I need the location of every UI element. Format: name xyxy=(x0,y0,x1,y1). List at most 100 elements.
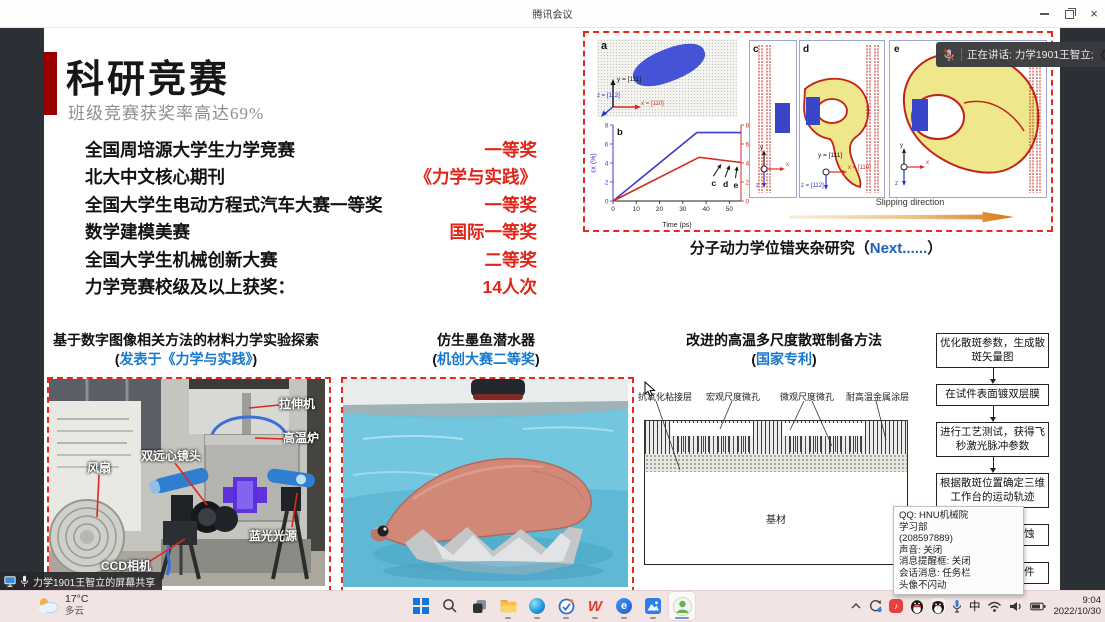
svg-text:z = [112]: z = [112] xyxy=(597,93,620,99)
restore-button[interactable] xyxy=(1063,8,1075,20)
svg-text:20: 20 xyxy=(656,206,664,213)
figure-panel-d: d y = [111] z = [112] x = [110] xyxy=(799,40,885,198)
wifi-icon[interactable] xyxy=(987,601,1002,612)
photo-label-lens: 双远心镜头 xyxy=(141,447,201,464)
award-row: 全国周培源大学生力学竞赛一等奖 xyxy=(85,137,537,164)
flow-arrow-down xyxy=(936,368,1049,384)
award-row: 力学竞赛校级及以上获奖：14人次 xyxy=(85,274,537,301)
caption-close: ） xyxy=(927,240,942,257)
flow-step: 优化散斑参数，生成散斑矢量图 xyxy=(936,333,1049,368)
music-app-icon[interactable]: ♪ xyxy=(889,599,903,613)
experiment-photo: 拉伸机 高温炉 双远心镜头 风扇 蓝光光源 CCD相机 xyxy=(47,377,331,592)
cuttlefish-photo xyxy=(341,377,634,593)
award-result: 一等奖 xyxy=(485,137,538,162)
restore-icon xyxy=(1065,10,1074,19)
windows-logo-icon xyxy=(413,598,428,613)
screen: 腾讯会议 × 科研竞赛 班级竞赛获奖率高达69% 全国周培源大学生力学竞赛一等奖… xyxy=(0,0,1105,622)
todo-app-button[interactable] xyxy=(553,592,579,620)
paren: ) xyxy=(812,351,817,367)
award-result: 《力学与实践》 xyxy=(415,164,538,189)
panel-c-graphic: c y x z xyxy=(750,41,796,197)
slipping-direction-arrow xyxy=(789,211,1014,223)
task-view-button[interactable] xyxy=(466,592,492,620)
meeting-avatar-icon xyxy=(673,597,692,616)
now-speaking-overlay[interactable]: 正在讲话: 力学1901王智立; ❮❮ ↰ xyxy=(936,42,1105,67)
window-title: 腾讯会议 xyxy=(0,6,1105,21)
award-row: 北大中文核心期刊《力学与实践》 xyxy=(85,164,537,191)
speckle-diagram: 抗氧化粘接层 宏观尺度微孔 微观尺度微孔 耐高温金属涂层 基材 xyxy=(634,382,930,588)
battery-icon[interactable] xyxy=(1030,602,1046,611)
svg-text:z: z xyxy=(895,181,898,187)
svg-text:y = [111]: y = [111] xyxy=(818,152,842,159)
award-name: 全国大学生电动方程式汽车大赛一等奖 xyxy=(85,192,383,217)
microphone-icon xyxy=(20,575,29,587)
tray-microphone-icon[interactable] xyxy=(952,599,962,613)
svg-text:6: 6 xyxy=(605,141,609,148)
svg-text:x = [110]: x = [110] xyxy=(848,165,871,171)
qq-status-tooltip: QQ: HNU机械院 学习部 (208597889) 声音: 关闭 消息提醒框:… xyxy=(893,506,1024,595)
e-app-button[interactable]: e xyxy=(611,592,637,620)
search-button[interactable] xyxy=(437,592,463,620)
running-indicator xyxy=(650,617,656,620)
svg-text:d: d xyxy=(803,44,809,55)
start-button[interactable] xyxy=(408,592,434,620)
svg-text:y: y xyxy=(760,145,763,151)
edge-button[interactable] xyxy=(524,592,550,620)
left-letterbox xyxy=(0,28,44,590)
search-icon xyxy=(442,598,458,614)
running-indicator xyxy=(534,617,540,620)
paren: ) xyxy=(535,351,540,367)
system-tray: ♪ 中 9:04 2022/10/30 xyxy=(851,591,1101,621)
close-icon: × xyxy=(1090,9,1098,19)
svg-text:2: 2 xyxy=(605,179,609,186)
volume-icon[interactable] xyxy=(1009,601,1023,612)
svg-text:50: 50 xyxy=(726,206,734,213)
weather-widget[interactable]: 17°C 多云 xyxy=(36,593,88,617)
award-result: 二等奖 xyxy=(485,247,538,272)
close-button[interactable]: × xyxy=(1088,8,1100,20)
tooltip-line: QQ: HNU机械院 xyxy=(899,510,1018,522)
now-speaking-text: 正在讲话: 力学1901王智立; xyxy=(967,47,1094,62)
minimize-icon xyxy=(1040,13,1049,14)
mouse-cursor xyxy=(644,381,656,398)
svg-text:c: c xyxy=(711,178,716,188)
section3-title: 改进的高温多尺度散斑制备方法 xyxy=(638,331,930,350)
screen-share-indicator[interactable]: 力学1901王智立的屏幕共享 xyxy=(0,572,162,590)
qq-2-icon[interactable] xyxy=(931,598,945,614)
tooltip-line: 声音: 关闭 xyxy=(899,545,1018,557)
svg-text:z = [112]: z = [112] xyxy=(801,183,824,189)
running-indicator xyxy=(621,617,627,620)
slipping-direction-label: Slipping direction xyxy=(825,197,995,207)
tooltip-line: (208597889) xyxy=(899,533,1018,545)
mountain-icon xyxy=(645,598,661,614)
svg-text:10: 10 xyxy=(633,206,641,213)
clock-time: 9:04 xyxy=(1053,595,1101,606)
qq-icon[interactable] xyxy=(910,598,924,614)
collapse-chevrons-icon[interactable]: ❮❮ xyxy=(1099,48,1105,61)
taskbar-clock[interactable]: 9:04 2022/10/30 xyxy=(1053,595,1101,618)
flow-step: 在试件表面镀双层膜 xyxy=(936,384,1049,406)
file-explorer-button[interactable] xyxy=(495,592,521,620)
cuttlefish-photo-scene xyxy=(343,379,628,587)
photo-label-blue-light: 蓝光光源 xyxy=(249,527,297,544)
task-view-icon xyxy=(472,599,487,614)
award-row: 全国大学生电动方程式汽车大赛一等奖一等奖 xyxy=(85,192,537,219)
tencent-meeting-button[interactable] xyxy=(669,592,695,620)
gallery-app-button[interactable] xyxy=(640,592,666,620)
taskbar-app-icons: W e xyxy=(408,591,695,621)
section1-sub: 发表于《力学与实践》 xyxy=(120,351,253,367)
ime-indicator[interactable]: 中 xyxy=(969,598,981,614)
wps-button[interactable]: W xyxy=(582,592,608,620)
svg-text:d: d xyxy=(723,179,728,189)
section3-heading: 改进的高温多尺度散斑制备方法 (国家专利) xyxy=(638,331,930,369)
tooltip-line: 消息提醒框: 关闭 xyxy=(899,556,1018,568)
sync-icon[interactable] xyxy=(868,599,882,613)
panel-d-graphic: d y = [111] z = [112] x = [110] xyxy=(800,41,884,197)
minimize-button[interactable] xyxy=(1038,8,1050,20)
clock-date: 2022/10/30 xyxy=(1053,606,1101,617)
title-accent-bar xyxy=(44,52,57,115)
svg-text:x = [110]: x = [110] xyxy=(641,101,664,107)
tooltip-line: 学习部 xyxy=(899,522,1018,534)
hidden-icons-chevron[interactable] xyxy=(851,602,861,610)
weather-condition: 多云 xyxy=(65,606,88,617)
